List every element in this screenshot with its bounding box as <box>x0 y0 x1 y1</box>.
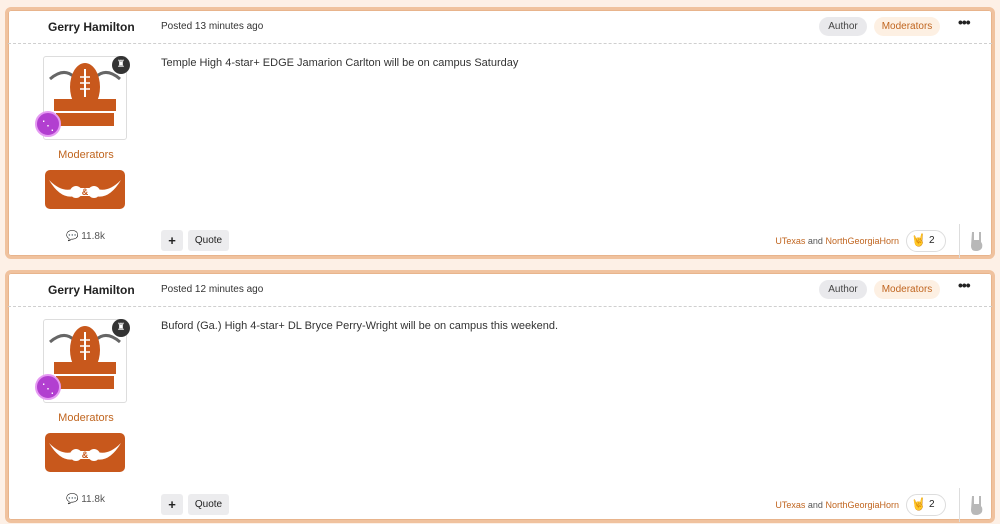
group-badge: Moderators <box>874 17 940 36</box>
horns-hand-icon <box>971 232 983 251</box>
reaction-count-pill[interactable]: 🤘 2 <box>906 494 946 516</box>
reacted-conjunction: and <box>807 500 823 510</box>
horns-emoji-icon: 🤘 <box>911 497 926 511</box>
post-count: 💬 11.8k <box>66 494 105 505</box>
longhorn-icon: & <box>49 443 121 461</box>
svg-text:&: & <box>82 187 89 197</box>
shield-icon: ♜ <box>112 56 130 74</box>
quote-button[interactable]: Quote <box>188 494 229 515</box>
svg-text:&: & <box>82 450 89 460</box>
author-badge: Author <box>819 17 867 36</box>
reaction-divider <box>959 488 960 522</box>
reacted-user-link[interactable]: NorthGeorgiaHorn <box>825 500 899 510</box>
reacted-user-link[interactable]: UTexas <box>775 500 805 510</box>
comment-icon: 💬 <box>66 231 79 242</box>
post-count-value: 11.8k <box>81 231 105 242</box>
post-timestamp[interactable]: Posted 12 minutes ago <box>161 284 263 295</box>
multiquote-button[interactable]: + <box>161 494 183 515</box>
reaction-count-pill[interactable]: 🤘 2 <box>906 230 946 252</box>
longhorn-icon: & <box>49 180 121 198</box>
reaction-count: 2 <box>929 235 935 246</box>
reacted-users: UTexas and NorthGeorgiaHorn <box>775 500 899 510</box>
forum-post: Gerry Hamilton Posted 13 minutes ago Aut… <box>5 7 995 259</box>
share-icon: ⋱ <box>35 374 61 400</box>
post-content: Buford (Ga.) High 4-star+ DL Bryce Perry… <box>161 320 559 332</box>
post-header: Gerry Hamilton Posted 12 minutes ago Aut… <box>8 273 992 307</box>
reacted-conjunction: and <box>807 236 823 246</box>
post-timestamp[interactable]: Posted 13 minutes ago <box>161 21 263 32</box>
reacted-user-link[interactable]: NorthGeorgiaHorn <box>825 236 899 246</box>
reaction-count: 2 <box>929 499 935 510</box>
post-content: Temple High 4-star+ EDGE Jamarion Carlto… <box>161 57 519 69</box>
horns-emoji-icon: 🤘 <box>911 233 926 247</box>
share-icon: ⋱ <box>35 111 61 137</box>
author-group-label: Moderators <box>58 412 114 424</box>
author-name-link[interactable]: Gerry Hamilton <box>48 283 135 297</box>
comment-icon: 💬 <box>66 494 79 505</box>
team-logo: & <box>45 170 125 209</box>
post-count: 💬 11.8k <box>66 231 105 242</box>
multiquote-button[interactable]: + <box>161 230 183 251</box>
reaction-divider <box>959 224 960 258</box>
reacted-users: UTexas and NorthGeorgiaHorn <box>775 236 899 246</box>
post-menu-icon[interactable]: ••• <box>958 277 971 293</box>
react-button[interactable] <box>968 230 986 254</box>
author-badge: Author <box>819 280 867 299</box>
shield-icon: ♜ <box>112 319 130 337</box>
author-name-link[interactable]: Gerry Hamilton <box>48 20 135 34</box>
post-count-value: 11.8k <box>81 494 105 505</box>
team-logo: & <box>45 433 125 472</box>
horns-hand-icon <box>971 496 983 515</box>
post-menu-icon[interactable]: ••• <box>958 14 971 30</box>
forum-post: Gerry Hamilton Posted 12 minutes ago Aut… <box>5 270 995 523</box>
group-badge: Moderators <box>874 280 940 299</box>
author-group-label: Moderators <box>58 149 114 161</box>
quote-button[interactable]: Quote <box>188 230 229 251</box>
reacted-user-link[interactable]: UTexas <box>775 236 805 246</box>
react-button[interactable] <box>968 494 986 518</box>
post-header: Gerry Hamilton Posted 13 minutes ago Aut… <box>8 10 992 44</box>
